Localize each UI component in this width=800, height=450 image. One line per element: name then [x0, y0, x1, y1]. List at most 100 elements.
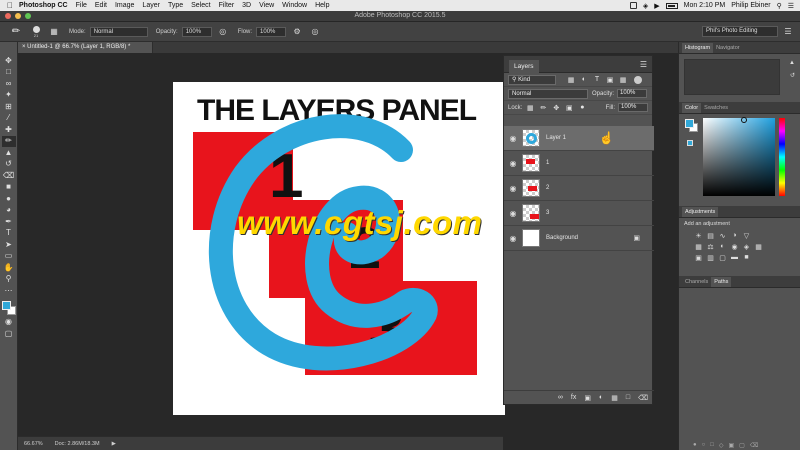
- load-selection-icon[interactable]: □: [710, 442, 714, 448]
- status-arrow-icon[interactable]: ▶: [112, 441, 116, 447]
- layer-lock-icon[interactable]: ▣: [633, 234, 640, 242]
- pressure-opacity-icon[interactable]: ◎: [216, 26, 230, 38]
- posterize-icon[interactable]: ▥: [706, 253, 715, 262]
- pressure-size-icon[interactable]: ◎: [308, 26, 322, 38]
- invert-icon[interactable]: ▣: [694, 253, 703, 262]
- fill-field[interactable]: 100%: [618, 103, 648, 112]
- tab-paths[interactable]: Paths: [711, 277, 732, 287]
- layer-thumbnail[interactable]: [522, 229, 540, 247]
- menu-filter[interactable]: Filter: [219, 2, 235, 9]
- brightness-contrast-icon[interactable]: ☀: [694, 231, 703, 240]
- tab-adjustments[interactable]: Adjustments: [682, 207, 719, 217]
- color-panel-foreground-swatch[interactable]: [685, 119, 694, 128]
- clone-stamp-tool-icon[interactable]: ▲: [2, 147, 16, 159]
- filter-pixel-icon[interactable]: ▦: [566, 75, 576, 85]
- new-group-icon[interactable]: ▦: [611, 394, 618, 402]
- filter-kind-select[interactable]: ⚲ Kind: [508, 74, 556, 85]
- visibility-eye-icon[interactable]: ◉: [504, 159, 522, 168]
- add-mask-icon[interactable]: ▣: [584, 394, 591, 402]
- channel-mixer-icon[interactable]: ◈: [742, 242, 751, 251]
- selective-color-icon[interactable]: ■: [742, 253, 751, 262]
- color-swatches[interactable]: [1, 300, 16, 317]
- workspace-menu-icon[interactable]: ☰: [782, 26, 794, 37]
- opacity-field[interactable]: 100%: [181, 26, 212, 37]
- quick-select-tool-icon[interactable]: ✦: [2, 90, 16, 102]
- visibility-eye-icon[interactable]: ◉: [504, 234, 522, 243]
- eraser-tool-icon[interactable]: ⌫: [2, 170, 16, 182]
- path-select-tool-icon[interactable]: ➤: [2, 239, 16, 251]
- gradient-map-icon[interactable]: ▬: [730, 253, 739, 262]
- menu-type[interactable]: Type: [168, 2, 183, 9]
- menu-image[interactable]: Image: [115, 2, 134, 9]
- color-lookup-icon[interactable]: ▦: [754, 242, 763, 251]
- notification-center-icon[interactable]: ☰: [788, 2, 794, 10]
- layer-thumbnail[interactable]: [522, 179, 540, 197]
- menu-help[interactable]: Help: [315, 2, 329, 9]
- lock-all-icon[interactable]: ●: [577, 103, 587, 113]
- pen-tool-icon[interactable]: ✒: [2, 216, 16, 228]
- lock-transparent-icon[interactable]: ▦: [525, 103, 535, 113]
- blur-tool-icon[interactable]: ●: [2, 193, 16, 205]
- hand-tool-icon[interactable]: ✋: [2, 262, 16, 274]
- brush-tool-preset-icon[interactable]: ✏: [3, 25, 29, 39]
- screen-mode-icon[interactable]: ▢: [2, 328, 16, 340]
- zoom-tool-icon[interactable]: ⚲: [2, 274, 16, 286]
- marquee-tool-icon[interactable]: □: [2, 67, 16, 79]
- new-layer-icon[interactable]: □: [626, 394, 630, 401]
- layer-name[interactable]: Layer 1: [546, 135, 566, 141]
- hue-slider[interactable]: [779, 118, 785, 196]
- exposure-icon[interactable]: ◑: [730, 231, 739, 240]
- menu-file[interactable]: File: [76, 2, 87, 9]
- filter-toggle[interactable]: [634, 75, 642, 84]
- type-tool-icon[interactable]: T: [2, 228, 16, 240]
- layer-thumbnail[interactable]: [522, 129, 540, 147]
- lock-image-icon[interactable]: ✏: [538, 103, 548, 113]
- eyedropper-tool-icon[interactable]: ⁄: [2, 113, 16, 125]
- lasso-tool-icon[interactable]: ∞: [2, 78, 16, 90]
- tab-color[interactable]: Color: [682, 103, 702, 113]
- fill-path-icon[interactable]: ●: [693, 442, 697, 448]
- tab-layers[interactable]: Layers: [509, 59, 539, 73]
- flow-field[interactable]: 100%: [256, 26, 287, 37]
- blend-mode-select[interactable]: Normal: [508, 88, 588, 99]
- menu-view[interactable]: View: [259, 2, 274, 9]
- curves-icon[interactable]: ∿: [718, 231, 727, 240]
- layer-opacity-field[interactable]: 100%: [617, 89, 648, 98]
- status-app-icon[interactable]: [629, 2, 637, 9]
- layer-row-3[interactable]: ◉ 3: [504, 201, 654, 226]
- threshold-icon[interactable]: ▢: [718, 253, 727, 262]
- document-size[interactable]: Doc: 2.86M/18.3M: [55, 441, 100, 447]
- brush-size-picker[interactable]: 21: [29, 25, 43, 39]
- layer-name[interactable]: 1: [546, 160, 549, 166]
- shape-tool-icon[interactable]: ▭: [2, 251, 16, 263]
- stroke-path-icon[interactable]: ○: [702, 442, 706, 448]
- quick-mask-icon[interactable]: ◉: [2, 317, 16, 329]
- make-work-path-icon[interactable]: ◇: [719, 442, 724, 449]
- workspace-select[interactable]: Phil's Photo Editing: [702, 26, 778, 37]
- layer-row-layer-1[interactable]: ◉ Layer 1 ☝: [504, 126, 654, 151]
- canvas-area[interactable]: 1 2 3 THE LAYERS PANEL: [18, 53, 505, 436]
- layer-row-1[interactable]: ◉ 1: [504, 151, 654, 176]
- layer-name[interactable]: Background: [546, 235, 578, 241]
- layer-name[interactable]: 2: [546, 185, 549, 191]
- layer-row-background[interactable]: ◉ Background ▣: [504, 226, 654, 251]
- dodge-tool-icon[interactable]: ◕: [2, 205, 16, 217]
- volume-icon[interactable]: ▶: [654, 2, 659, 10]
- brush-panel-toggle-icon[interactable]: ▦: [47, 26, 61, 38]
- airbrush-icon[interactable]: ⚙: [290, 26, 304, 38]
- more-tools-icon[interactable]: ⋯: [2, 285, 16, 297]
- layer-style-icon[interactable]: fx: [571, 394, 576, 401]
- battery-icon[interactable]: [665, 2, 678, 9]
- color-picker-ring[interactable]: [741, 117, 747, 123]
- visibility-eye-icon[interactable]: ◉: [504, 209, 522, 218]
- crop-tool-icon[interactable]: ⊞: [2, 101, 16, 113]
- panel-menu-icon[interactable]: ☰: [640, 60, 647, 69]
- filter-shape-icon[interactable]: ▣: [605, 75, 615, 85]
- color-balance-icon[interactable]: ⚖: [706, 242, 715, 251]
- menu-edit[interactable]: Edit: [95, 2, 107, 9]
- gradient-tool-icon[interactable]: ■: [2, 182, 16, 194]
- black-white-icon[interactable]: ◐: [718, 242, 727, 251]
- history-brush-tool-icon[interactable]: ↺: [2, 159, 16, 171]
- document-canvas[interactable]: 1 2 3 THE LAYERS PANEL: [173, 82, 505, 415]
- filter-type-icon[interactable]: T: [592, 75, 602, 85]
